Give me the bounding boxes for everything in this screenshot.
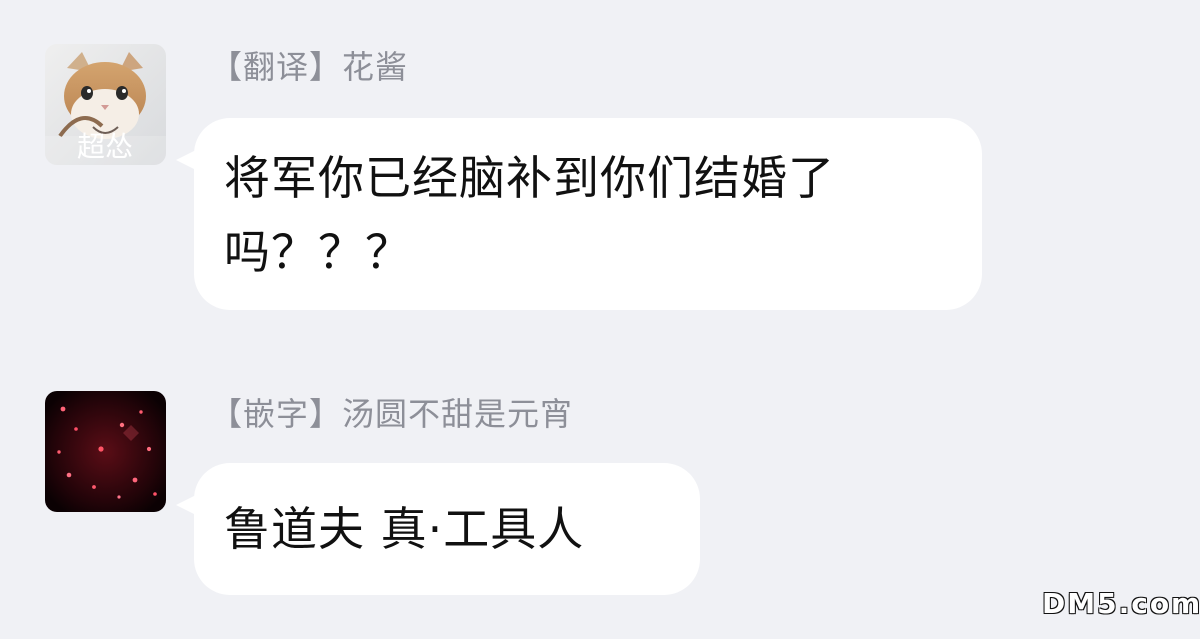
message-bubble: 将军你已经脑补到你们结婚了 吗？？？ <box>194 118 982 310</box>
message-bubble: 鲁道夫 真·工具人 <box>194 463 700 595</box>
message-line: 将军你已经脑补到你们结婚了 <box>224 151 835 205</box>
sender-avatar[interactable] <box>45 391 166 512</box>
cat-avatar-icon: 超怂 <box>45 44 166 165</box>
message-line: 鲁道夫 真·工具人 <box>224 502 585 556</box>
avatar-label: 超怂 <box>77 130 133 163</box>
chat-area: 超怂 【翻译】花酱 将军你已经脑补到你们结婚了 吗？？？ 【嵌字】汤圆不甜是元宵… <box>0 0 1200 639</box>
sender-name: 【翻译】花酱 <box>210 48 409 86</box>
site-watermark: DM5.com <box>1042 584 1200 628</box>
message-line: 吗？？？ <box>224 225 412 279</box>
sender-name: 【嵌字】汤圆不甜是元宵 <box>210 395 574 433</box>
dark-sparkle-avatar-icon <box>45 391 166 512</box>
dm5-logo-icon: DM5.com <box>1042 587 1200 620</box>
sender-avatar[interactable]: 超怂 <box>45 44 166 165</box>
